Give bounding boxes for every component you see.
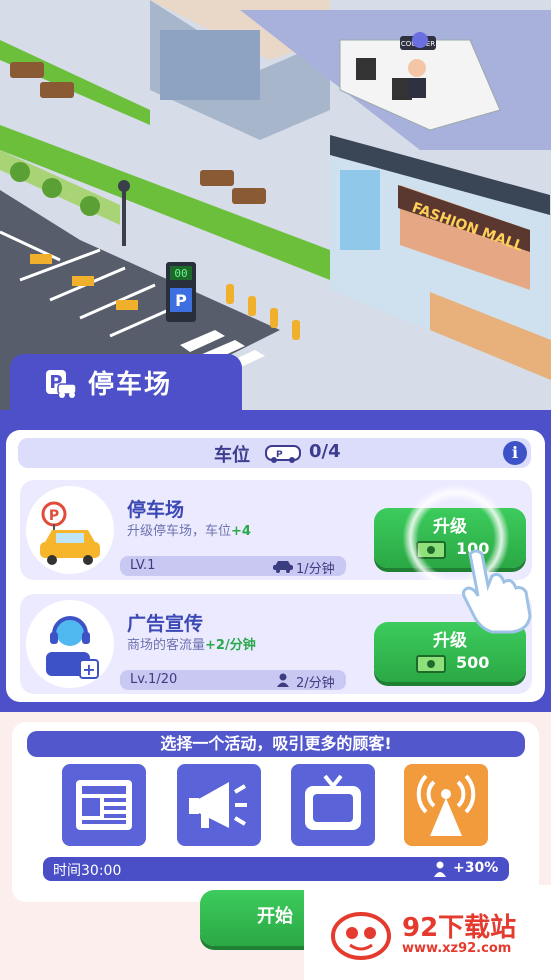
cash-icon [416,541,446,559]
activity-newspaper-option[interactable] [62,764,146,846]
megaphone-icon [189,782,247,828]
slot-label: 车位 [214,445,250,466]
svg-text:+: + [82,660,95,679]
site-logo-icon [331,912,391,960]
parking-car-avatar: P [26,486,114,574]
newspaper-icon [76,780,132,830]
activity-time: 时间30:00 [53,863,122,879]
car-icon [273,561,293,573]
activity-bonus: +30% [453,860,499,876]
activity-header-text: 选择一个活动，吸引更多的顾客! [160,734,392,753]
card-title: 停车场 [127,499,185,521]
yellow-car-icon: P [40,501,100,565]
watermark-brand: 92下载站 [402,913,517,943]
parking-car-icon: P [46,370,77,398]
meter-display: 00 [174,267,187,280]
pointing-hand-icon [462,549,532,634]
activity-tv-option[interactable] [291,764,375,846]
broadcast-icon [416,774,476,836]
activity-time-bar: 时间30:00 +30% [43,857,509,881]
watermark-url: www.xz92.com [402,941,512,956]
watermark: 92下载站 www.xz92.com [304,885,551,980]
level-text: LV.1 [130,558,156,573]
button-label: 升级 [433,517,467,537]
level-bar: LV.1 1/分钟 [120,556,346,577]
game-scene[interactable]: COUNTER FASHION MALL [0,0,551,410]
upgrade-cost: 500 [456,653,490,672]
page-title: 停车场 [88,370,173,400]
car-slot-icon: P [265,445,301,463]
svg-text:P: P [276,450,283,460]
activity-broadcast-option[interactable] [404,764,488,846]
slot-count: 0/4 [309,441,341,462]
card-description: 升级停车场，车位+4 [127,524,251,539]
activity-header: 选择一个活动，吸引更多的顾客! [27,731,525,757]
cash-icon [416,655,446,673]
svg-text:P: P [175,291,187,310]
rate-text: 1/分钟 [296,562,335,577]
card-title: 广告宣传 [127,613,204,635]
level-text: Lv.1/20 [130,672,178,687]
card-description: 商场的客流量+2/分钟 [127,638,256,653]
person-icon [434,861,446,877]
person-icon [277,673,289,687]
advertising-agent-avatar: + [26,600,114,688]
header-tab: P 停车场 [10,354,242,412]
info-icon[interactable]: i [503,441,527,465]
rate-text: 2/分钟 [296,676,335,691]
activity-megaphone-option[interactable] [177,764,261,846]
level-bar: Lv.1/20 2/分钟 [120,670,346,691]
headset-agent-icon: + [46,616,99,679]
tv-icon [305,774,361,830]
slot-bar: 车位 P 0/4 i [18,438,531,468]
svg-text:P: P [49,508,59,524]
